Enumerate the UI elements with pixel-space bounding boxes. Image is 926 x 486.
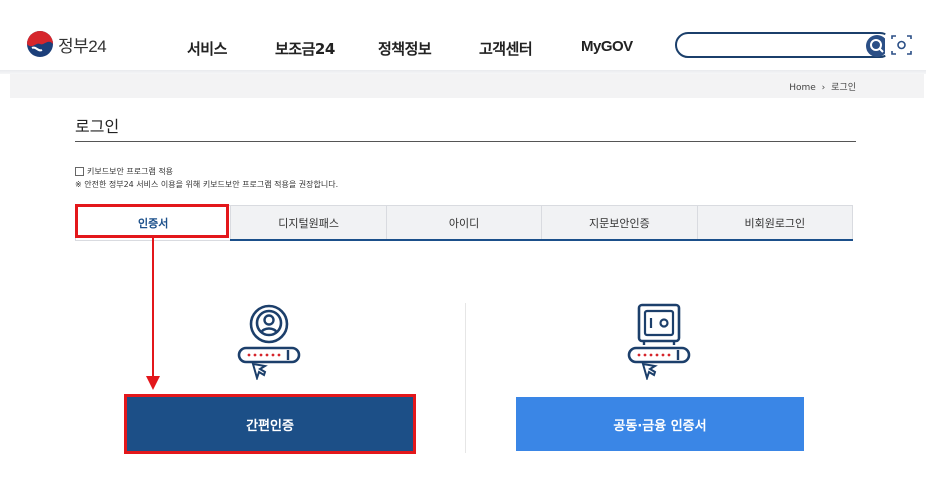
site-logo[interactable]: 정부24	[26, 30, 107, 58]
login-key-icon	[237, 346, 301, 380]
breadcrumb-separator: ›	[821, 83, 826, 93]
face-scan-icon	[891, 35, 912, 55]
government-emblem-icon	[27, 31, 53, 57]
annotation-arrow-head	[146, 376, 160, 390]
nav-policy-info[interactable]: 정책정보	[378, 38, 432, 59]
login-key-icon	[627, 346, 691, 380]
nav-service[interactable]: 서비스	[187, 38, 227, 59]
keyboard-security-option[interactable]: 키보드보안 프로그램 적용	[75, 166, 173, 177]
breadcrumb-home[interactable]: Home	[789, 83, 816, 93]
simple-auth-highlight-box	[124, 394, 416, 454]
center-divider	[465, 303, 466, 453]
safe-icon	[637, 303, 681, 345]
keyboard-security-checkbox[interactable]	[75, 167, 84, 176]
breadcrumb: Home › 로그인	[789, 80, 856, 93]
tab-id[interactable]: 아이디	[386, 205, 543, 241]
tab-digital-onepass[interactable]: 디지털원패스	[231, 205, 387, 241]
joint-financial-cert-button[interactable]: 공동·금융 인증서	[516, 397, 804, 451]
tab-underline	[230, 239, 853, 241]
user-circle-icon	[249, 304, 289, 344]
title-divider	[75, 141, 856, 142]
user-login-illustration	[237, 304, 301, 380]
search-input[interactable]	[675, 32, 893, 58]
face-scan-button[interactable]	[885, 30, 918, 60]
tab-fingerprint-auth[interactable]: 지문보안인증	[542, 205, 698, 241]
nav-customer-center[interactable]: 고객센터	[479, 38, 533, 59]
nav-mygov[interactable]: MyGOV	[581, 38, 633, 55]
tab-highlight-box	[75, 204, 229, 238]
nav-subsidy24[interactable]: 보조금24	[275, 38, 335, 59]
certificate-login-illustration	[627, 303, 691, 380]
annotation-arrow-line	[152, 238, 154, 378]
keyboard-security-label: 키보드보안 프로그램 적용	[87, 167, 174, 176]
keyboard-security-note: ※ 안전한 정부24 서비스 이용을 위해 키보드보안 프로그램 적용을 권장합…	[75, 180, 339, 189]
logo-text: 정부24	[58, 36, 107, 56]
tab-guest-login[interactable]: 비회원로그인	[697, 205, 854, 241]
page-title: 로그인	[75, 117, 120, 136]
breadcrumb-bar	[10, 74, 924, 98]
breadcrumb-current: 로그인	[831, 83, 856, 93]
